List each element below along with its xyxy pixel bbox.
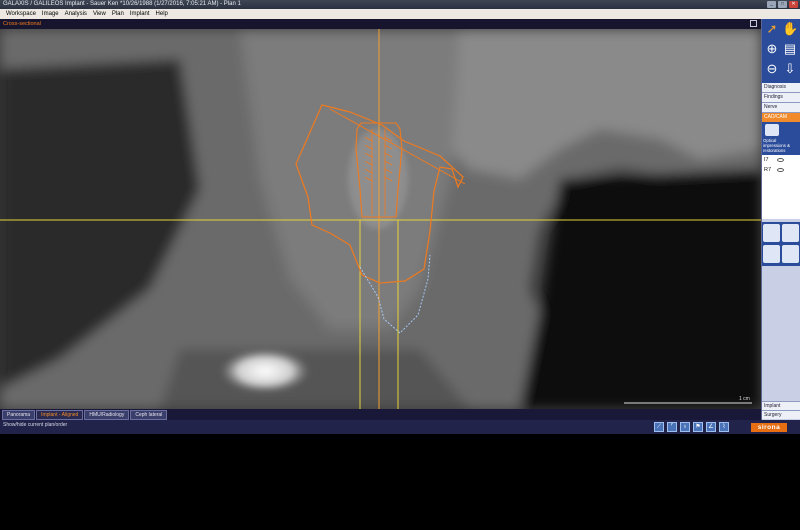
angle-icon[interactable]: ∠	[706, 422, 716, 432]
menu-analysis[interactable]: Analysis	[65, 9, 87, 19]
menu-view[interactable]: View	[93, 9, 106, 19]
visibility-eye-icon[interactable]	[777, 158, 784, 162]
flag-icon[interactable]: ⚑	[693, 422, 703, 432]
tab-panorama[interactable]: Panorama	[2, 409, 36, 420]
scale-label: 1 cm	[739, 396, 750, 402]
restoration-list: I7 R7	[762, 155, 800, 219]
optical-label: Optical impressions & restorations	[763, 138, 790, 153]
implant-edit-icon[interactable]	[763, 245, 780, 263]
scanner-icon	[765, 124, 779, 136]
implant-delete-icon[interactable]	[782, 245, 799, 263]
menu-help[interactable]: Help	[156, 9, 168, 19]
maximize-button[interactable]: □	[778, 1, 787, 8]
close-button[interactable]: ✕	[789, 1, 798, 8]
panel-tab-surgery[interactable]: Surgery	[762, 410, 800, 419]
tooth-icon[interactable]: ♁	[680, 422, 690, 432]
panel-tabs: Diagnosis Findings Nerve CAD/CAM	[762, 83, 800, 123]
status-bar: Show/hide current plan/order ⟋ ⌜ ♁ ⚑ ∠ ⌇…	[0, 420, 800, 434]
tab-implant-aligned[interactable]: Implant - Aligned	[36, 409, 84, 420]
cross-section-viewport[interactable]	[0, 29, 761, 409]
nerve-tool-icon[interactable]: ⌇	[719, 422, 729, 432]
window-controls: _ □ ✕	[767, 1, 798, 8]
zoom-out-icon[interactable]: ⊖	[764, 61, 780, 77]
minimize-button[interactable]: _	[767, 1, 776, 8]
implant-tools	[762, 222, 800, 266]
menu-implant[interactable]: Implant	[130, 9, 150, 19]
status-toolbar: ⟋ ⌜ ♁ ⚑ ∠ ⌇	[654, 422, 729, 432]
panel-tab-implant[interactable]: Implant	[762, 401, 800, 410]
optical-impressions-button[interactable]: Optical impressions & restorations	[762, 122, 800, 155]
title-bar: GALAXIS / GALILEOS Implant - Sauer Ken *…	[0, 0, 800, 9]
menu-workspace[interactable]: Workspace	[6, 9, 36, 19]
tool-palette: ➚ ✋ ⊕ ▤ ⊖ ⇩	[762, 19, 800, 83]
implant-add-icon[interactable]	[763, 224, 780, 242]
right-panel: ➚ ✋ ⊕ ▤ ⊖ ⇩ Diagnosis Findings Nerve CAD…	[761, 19, 800, 420]
tab-hmu-radiology[interactable]: HMU/Radiology	[84, 409, 130, 420]
menu-image[interactable]: Image	[42, 9, 59, 19]
view-tabs: Panorama Implant - Aligned HMU/Radiology…	[0, 409, 761, 420]
measure-icon[interactable]: ⟋	[654, 422, 664, 432]
sleeve-icon[interactable]	[782, 224, 799, 242]
pan-hand-icon[interactable]: ✋	[782, 21, 798, 37]
menu-bar: Workspace Image Analysis View Plan Impla…	[0, 9, 800, 19]
window-level-icon[interactable]: ▤	[782, 41, 798, 57]
list-item[interactable]: R7	[762, 165, 800, 175]
pointer-icon[interactable]: ➚	[764, 21, 780, 37]
menu-plan[interactable]: Plan	[112, 9, 124, 19]
maximize-view-icon[interactable]	[750, 20, 757, 27]
visibility-eye-icon[interactable]	[777, 168, 784, 172]
panel-tab-diagnosis[interactable]: Diagnosis	[762, 83, 800, 93]
panel-tab-nerve[interactable]: Nerve	[762, 103, 800, 113]
tab-ceph-lateral[interactable]: Ceph lateral	[130, 409, 168, 420]
view-header: Cross-sectional	[0, 19, 761, 29]
list-item[interactable]: I7	[762, 155, 800, 165]
crop-icon[interactable]: ⌜	[667, 422, 677, 432]
status-message: Show/hide current plan/order	[3, 422, 68, 428]
view-title: Cross-sectional	[3, 21, 41, 27]
ct-image[interactable]	[0, 29, 761, 409]
export-icon[interactable]: ⇩	[782, 61, 798, 77]
window-title: GALAXIS / GALILEOS Implant - Sauer Ken *…	[3, 1, 241, 7]
sirona-logo: sirona	[751, 423, 787, 432]
panel-tab-findings[interactable]: Findings	[762, 93, 800, 103]
zoom-in-icon[interactable]: ⊕	[764, 41, 780, 57]
panel-bottom-tabs: Implant Surgery	[762, 401, 800, 419]
